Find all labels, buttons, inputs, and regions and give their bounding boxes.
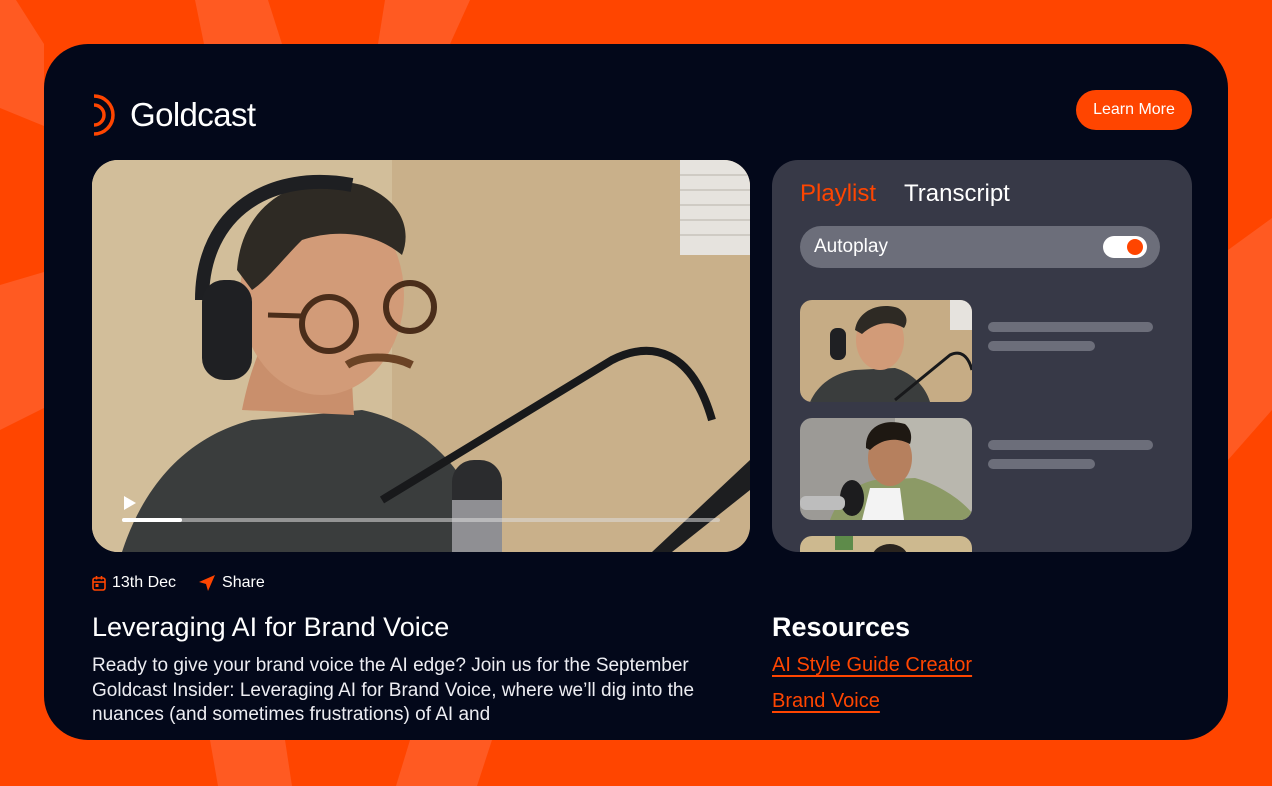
playlist-item[interactable] <box>800 536 1160 552</box>
autoplay-row: Autoplay <box>800 226 1160 268</box>
playlist-thumbnail <box>800 418 972 520</box>
share-label: Share <box>222 574 265 591</box>
video-player[interactable] <box>92 160 750 552</box>
playlist-subtitle-placeholder <box>988 341 1095 351</box>
video-progress-fill <box>122 518 182 522</box>
calendar-icon <box>92 576 106 591</box>
playlist-subtitle-placeholder <box>988 459 1095 469</box>
resource-link-brand-voice[interactable]: Brand Voice <box>772 690 880 713</box>
panel-tabs: Playlist Transcript <box>800 180 1010 208</box>
event-date: 13th Dec <box>92 574 176 592</box>
toggle-knob <box>1127 239 1143 255</box>
send-arrow-icon <box>199 575 216 591</box>
goldcast-logo-icon <box>93 94 115 136</box>
video-progress-bar[interactable] <box>122 518 720 522</box>
playlist-thumbnail <box>800 300 972 402</box>
event-title: Leveraging AI for Brand Voice <box>92 612 450 642</box>
play-icon[interactable] <box>122 494 138 512</box>
event-date-text: 13th Dec <box>112 574 177 591</box>
playlist-item[interactable] <box>800 418 1160 520</box>
brand-name: Goldcast <box>130 96 256 133</box>
video-thumbnail <box>92 160 750 552</box>
tab-playlist[interactable]: Playlist <box>800 180 876 208</box>
playlist-title-placeholder <box>988 440 1153 450</box>
learn-more-button[interactable]: Learn More <box>1076 90 1192 130</box>
share-button[interactable]: Share <box>198 574 265 592</box>
playlist-thumbnail <box>800 536 972 552</box>
resource-link-ai-style-guide[interactable]: AI Style Guide Creator <box>772 654 972 677</box>
goldcast-logo[interactable]: Goldcast <box>92 92 256 138</box>
event-card: Goldcast Learn More Playlist Transcript … <box>44 44 1228 740</box>
playlist-panel: Playlist Transcript Autoplay <box>772 160 1192 552</box>
resources-heading: Resources <box>772 612 911 642</box>
autoplay-label: Autoplay <box>814 236 888 257</box>
event-meta: 13th Dec Share <box>92 574 265 592</box>
autoplay-toggle[interactable] <box>1103 236 1147 258</box>
tab-transcript[interactable]: Transcript <box>904 180 1010 208</box>
event-description: Ready to give your brand voice the AI ed… <box>92 655 695 725</box>
playlist-title-placeholder <box>988 322 1153 332</box>
playlist-item[interactable] <box>800 300 1160 402</box>
